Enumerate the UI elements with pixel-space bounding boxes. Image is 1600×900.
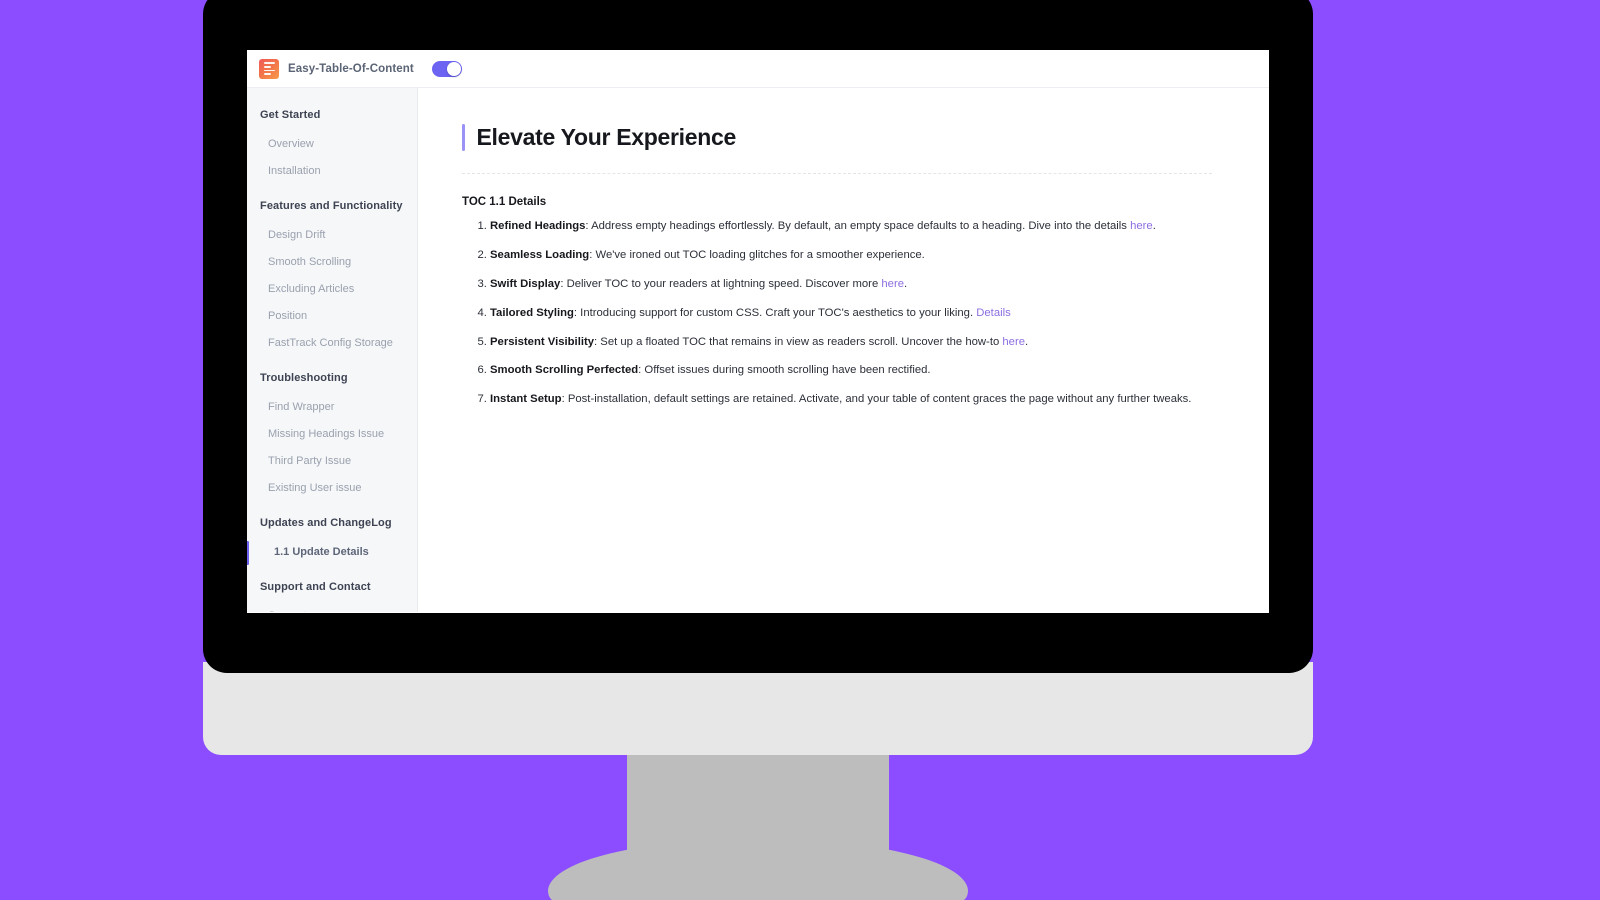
page-title: Elevate Your Experience <box>476 124 737 150</box>
feature-body: : Address empty headings effortlessly. B… <box>585 220 1131 232</box>
feature-body: : Post-installation, default settings ar… <box>561 393 1192 406</box>
monitor-mockup: Easy-Table-Of-Content Get Started Overvie… <box>0 0 1600 900</box>
sidebar-item-fasttrack-config-storage[interactable]: FastTrack Config Storage <box>247 333 417 353</box>
feature-body-tail: . <box>1152 220 1156 232</box>
feature-body: : Deliver TOC to your readers at lightni… <box>560 277 882 290</box>
sidebar-section-title: Support and Contact <box>260 581 371 593</box>
feature-link[interactable]: here <box>1130 220 1153 232</box>
stand-fillet-right <box>889 755 979 845</box>
sidebar: Get Started Overview Installation Features … <box>247 88 418 612</box>
sidebar-item-smooth-scrolling[interactable]: Smooth Scrolling <box>247 252 417 272</box>
feature-body: : Introducing support for custom CSS. Cr… <box>573 306 977 319</box>
main-content: Elevate Your Experience TOC 1.1 Details … <box>418 88 1269 612</box>
sidebar-item-overview[interactable]: Overview <box>247 134 417 154</box>
title-divider <box>462 173 1212 174</box>
feature-lead: Smooth Scrolling Perfected <box>490 364 639 377</box>
feature-list-item: Instant Setup: Post-installation, defaul… <box>490 391 1239 407</box>
sidebar-item-third-party-issue[interactable]: Third Party Issue <box>247 451 417 471</box>
feature-list-item: Smooth Scrolling Perfected: Offset issue… <box>490 362 1239 378</box>
sidebar-item-existing-user-issue[interactable]: Existing User issue <box>247 478 417 498</box>
toggle-knob <box>446 61 461 76</box>
logo-line <box>263 62 275 64</box>
logo-line <box>263 65 271 68</box>
sidebar-section: Get Started Overview Installation <box>247 109 417 181</box>
monitor-screen: Easy-Table-Of-Content Get Started Overvie… <box>247 50 1269 613</box>
feature-list-item: Persistent Visibility: Set up a floated … <box>490 334 1239 350</box>
sidebar-section: Updates and ChangeLog 1.1 Update Details <box>247 517 417 565</box>
sidebar-section: Support and Contact Support <box>247 581 417 612</box>
feature-body-tail: . <box>1025 335 1029 348</box>
feature-body: : Set up a floated TOC that remains in v… <box>594 335 1003 348</box>
sidebar-toggle[interactable] <box>431 60 462 77</box>
feature-lead: Swift Display <box>490 277 561 290</box>
app-body: Get Started Overview Installation Features … <box>247 88 1269 612</box>
feature-link[interactable]: Details <box>976 307 1011 319</box>
sidebar-section-title: Features and Functionality <box>260 200 403 212</box>
sidebar-section-title: Troubleshooting <box>260 372 348 384</box>
sidebar-section: Features and Functionality Design Drift Sm… <box>247 200 417 353</box>
sidebar-section-title: Updates and ChangeLog <box>260 517 392 529</box>
feature-lead: Tailored Styling <box>490 306 574 319</box>
feature-link[interactable]: here <box>1002 336 1025 348</box>
sidebar-section: Troubleshooting Find Wrapper Missing Headi… <box>247 372 417 498</box>
sidebar-item-installation[interactable]: Installation <box>247 161 417 181</box>
feature-body-tail: . <box>904 277 908 290</box>
feature-list: Refined Headings: Address empty headings… <box>462 218 1239 408</box>
stand-fillet-left <box>537 755 627 845</box>
subsection-title: TOC 1.1 Details <box>462 196 547 208</box>
feature-body: : Offset issues during smooth scrolling … <box>638 364 931 377</box>
logo-line <box>263 73 271 75</box>
page-title-row: Elevate Your Experience <box>462 124 1239 151</box>
sidebar-item-position[interactable]: Position <box>247 306 417 326</box>
feature-list-item: Seamless Loading: We've ironed out TOC l… <box>490 247 1239 263</box>
feature-lead: Persistent Visibility <box>490 335 595 348</box>
title-accent-bar <box>462 124 465 151</box>
feature-lead: Seamless Loading <box>490 248 590 261</box>
sidebar-item-design-drift[interactable]: Design Drift <box>247 225 417 245</box>
feature-list-item: Refined Headings: Address empty headings… <box>490 218 1239 234</box>
sidebar-item-support[interactable]: Support <box>247 606 417 612</box>
sidebar-section-title: Get Started <box>260 109 321 121</box>
feature-lead: Instant Setup <box>490 393 562 406</box>
brand-title: Easy-Table-Of-Content <box>288 62 414 75</box>
feature-list-item: Tailored Styling: Introducing support fo… <box>490 305 1239 321</box>
feature-lead: Refined Headings <box>490 220 586 232</box>
monitor-chin <box>203 662 1313 755</box>
monitor-stand-foot <box>548 840 968 900</box>
sidebar-item-1-1-update-details[interactable]: 1.1 Update Details <box>247 541 417 565</box>
sidebar-item-find-wrapper[interactable]: Find Wrapper <box>247 397 417 417</box>
app-topbar: Easy-Table-Of-Content <box>247 50 1269 88</box>
feature-link[interactable]: here <box>881 278 904 290</box>
sidebar-item-missing-headings-issue[interactable]: Missing Headings Issue <box>247 424 417 444</box>
feature-body: : We've ironed out TOC loading glitches … <box>589 248 925 261</box>
logo-line <box>263 69 275 72</box>
feature-list-item: Swift Display: Deliver TOC to your reade… <box>490 276 1239 292</box>
sidebar-item-excluding-articles[interactable]: Excluding Articles <box>247 279 417 299</box>
list-lines-icon <box>259 58 279 79</box>
